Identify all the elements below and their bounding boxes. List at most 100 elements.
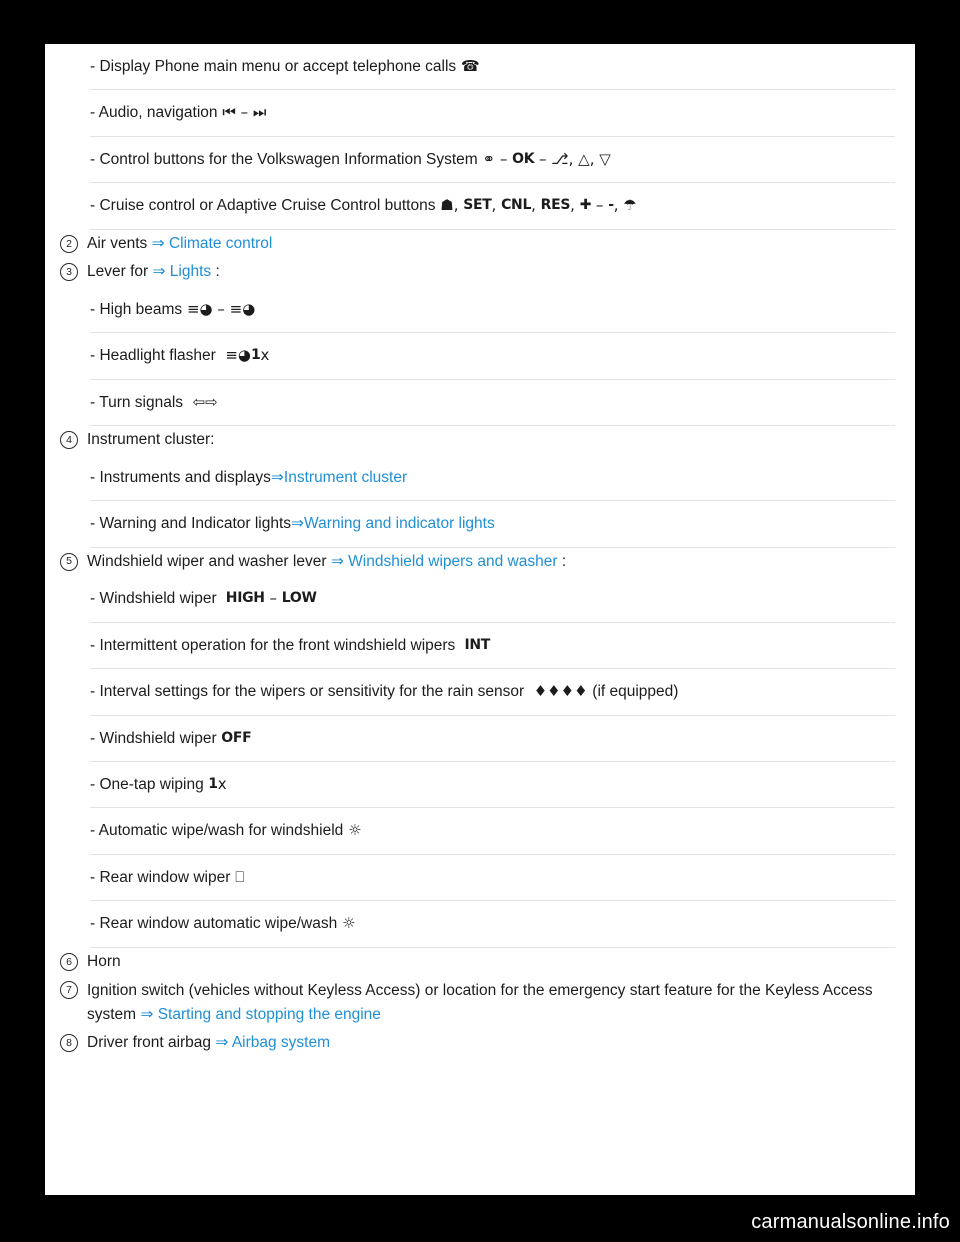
reference-arrow-icon: ⇒ bbox=[151, 234, 165, 252]
item-text: Lever for ⇒ Lights : bbox=[87, 261, 915, 283]
cross-reference-link[interactable]: Airbag system bbox=[232, 1034, 330, 1051]
list-item: - Windshield wiper OFF bbox=[90, 716, 895, 762]
cnl-button-icon: CNL bbox=[501, 197, 532, 214]
rain-sensor-level-icon: ♦♦♦♦ bbox=[524, 682, 593, 701]
cross-reference-link[interactable]: Climate control bbox=[169, 235, 272, 252]
item-text: - Turn signals bbox=[90, 393, 184, 411]
list-item: - Rear window automatic wipe/wash ☼ bbox=[90, 901, 895, 948]
wiper-off-icon: OFF bbox=[216, 729, 252, 746]
item-suffix: : bbox=[215, 263, 220, 281]
rear-washer-icon: ☼ bbox=[337, 914, 356, 933]
list-item: - Rear window wiper ⎕ bbox=[90, 855, 895, 902]
list-item: - High beams ≡◕ – ≡◕ bbox=[90, 287, 895, 334]
distance-icon: ☂ bbox=[623, 196, 637, 215]
item-number-badge: 4 bbox=[60, 431, 78, 450]
item-text: - Headlight flasher bbox=[90, 347, 216, 365]
reference-arrow-icon: ⇒ bbox=[270, 468, 284, 486]
list-item: - Display Phone main menu or accept tele… bbox=[90, 44, 895, 91]
item-label: Air vents bbox=[87, 234, 148, 252]
dash-separator-icon: – bbox=[212, 299, 230, 318]
phone-icon: ☎ bbox=[456, 57, 480, 75]
dash-separator-icon: – bbox=[235, 103, 253, 122]
list-item: - Windshield wiper HIGH – LOW bbox=[90, 576, 895, 623]
list-item: - Headlight flasher ≡◕ 1x bbox=[90, 333, 895, 380]
next-track-icon: ⏭ bbox=[252, 103, 267, 122]
list-item: - Interval settings for the wipers or se… bbox=[90, 669, 895, 716]
cross-reference-link[interactable]: Starting and stopping the engine bbox=[158, 1006, 381, 1023]
cross-reference-link[interactable]: Instrument cluster bbox=[284, 467, 407, 489]
item-text: - Control buttons for the Volkswagen Inf… bbox=[90, 150, 478, 168]
reference-arrow-icon: ⇒ bbox=[215, 1033, 229, 1051]
item-text: - Display Phone main menu or accept tele… bbox=[90, 58, 457, 75]
item-label: Driver front airbag bbox=[87, 1033, 212, 1051]
up-triangle-icon: △ bbox=[578, 149, 590, 168]
wiper-high-icon: HIGH bbox=[216, 590, 265, 607]
item-text: Windshield wiper and washer lever ⇒ Wind… bbox=[87, 551, 915, 573]
headlight-flasher-icon: ≡◕ bbox=[215, 346, 251, 365]
prev-track-icon: ⏮ bbox=[217, 103, 236, 122]
list-item-numbered: 6 Horn bbox=[60, 948, 915, 976]
item-number-badge: 8 bbox=[60, 1033, 78, 1052]
item-text: - High beams bbox=[90, 300, 183, 318]
item-text: - Instruments and displays bbox=[90, 468, 271, 486]
list-item-numbered: 2 Air vents ⇒ Climate control bbox=[60, 230, 915, 258]
dash-separator-icon: – bbox=[264, 589, 282, 608]
item-label: Lever for bbox=[87, 263, 149, 281]
comma-separator: , bbox=[491, 196, 502, 215]
cross-reference-link[interactable]: Lights bbox=[170, 263, 211, 280]
item-text: - Automatic wipe/wash for windshield bbox=[90, 822, 344, 840]
rear-wiper-icon: ⎕ bbox=[230, 867, 245, 886]
cross-reference-link[interactable]: Warning and indicator lights bbox=[304, 513, 495, 535]
list-item: - Turn signals ⇦ ⇨ bbox=[90, 380, 895, 427]
cruise-on-off-icon: ☗ bbox=[435, 196, 454, 215]
list-item: - Audio, navigation ⏮ – ⏭ bbox=[90, 90, 895, 137]
comma-separator: , bbox=[531, 196, 541, 215]
comma-separator: , bbox=[568, 149, 579, 168]
list-item-numbered: 7 Ignition switch (vehicles without Keyl… bbox=[60, 976, 915, 1029]
item-number-badge: 3 bbox=[60, 263, 78, 282]
times-label: x bbox=[260, 346, 270, 365]
down-triangle-icon: ▽ bbox=[599, 149, 611, 168]
list-item: - Control buttons for the Volkswagen Inf… bbox=[90, 137, 895, 184]
comma-separator: , bbox=[589, 149, 600, 168]
manual-content-list: - Display Phone main menu or accept tele… bbox=[45, 44, 915, 1057]
list-item-numbered: 4 Instrument cluster: bbox=[60, 426, 915, 454]
item-text: Driver front airbag ⇒ Airbag system bbox=[87, 1032, 915, 1054]
list-item: - Intermittent operation for the front w… bbox=[90, 623, 895, 670]
list-item: - Cruise control or Adaptive Cruise Cont… bbox=[90, 183, 895, 230]
ok-button-icon: OK bbox=[512, 150, 535, 167]
list-item-numbered: 5 Windshield wiper and washer lever ⇒ Wi… bbox=[60, 548, 915, 576]
res-button-icon: RES bbox=[540, 197, 571, 214]
item-text: Horn bbox=[87, 952, 121, 970]
item-text: - Intermittent operation for the front w… bbox=[90, 636, 456, 654]
menu-icon: ⚭ bbox=[477, 149, 496, 168]
reference-arrow-icon: ⇒ bbox=[152, 263, 166, 281]
item-text: - Warning and Indicator lights bbox=[90, 515, 292, 533]
one-tap-label: 1 bbox=[251, 347, 261, 364]
low-beam-icon: ≡◕ bbox=[229, 299, 256, 318]
cross-reference-link[interactable]: Windshield wipers and washer bbox=[348, 553, 557, 570]
item-text: - Audio, navigation bbox=[90, 104, 218, 122]
comma-separator: , bbox=[453, 196, 464, 215]
dash-separator-icon: – bbox=[534, 149, 552, 168]
item-number-badge: 5 bbox=[60, 552, 78, 571]
list-item-numbered: 3 Lever for ⇒ Lights : bbox=[60, 258, 915, 286]
set-button-icon: SET bbox=[463, 197, 492, 214]
item-text: - Cruise control or Adaptive Cruise Cont… bbox=[90, 197, 436, 215]
wiper-low-icon: LOW bbox=[281, 590, 317, 607]
turn-signal-right-icon: ⇨ bbox=[205, 392, 218, 411]
reference-arrow-icon: ⇒ bbox=[291, 515, 305, 533]
list-item: - Warning and Indicator lights ⇒ Warning… bbox=[90, 501, 895, 548]
times-label: x bbox=[217, 774, 227, 793]
comma-separator: , bbox=[613, 196, 624, 215]
item-text: - Windshield wiper bbox=[90, 729, 217, 747]
item-suffix: : bbox=[561, 552, 567, 570]
comma-separator: , bbox=[570, 196, 580, 215]
site-watermark: carmanualsonline.info bbox=[751, 1211, 950, 1233]
reference-arrow-icon: ⇒ bbox=[330, 552, 344, 570]
plus-icon: ✚ bbox=[579, 197, 592, 214]
reference-arrow-icon: ⇒ bbox=[140, 1005, 154, 1023]
item-number-badge: 2 bbox=[60, 234, 78, 253]
document-page: - Display Phone main menu or accept tele… bbox=[45, 44, 915, 1195]
item-label: Windshield wiper and washer lever bbox=[87, 552, 327, 570]
